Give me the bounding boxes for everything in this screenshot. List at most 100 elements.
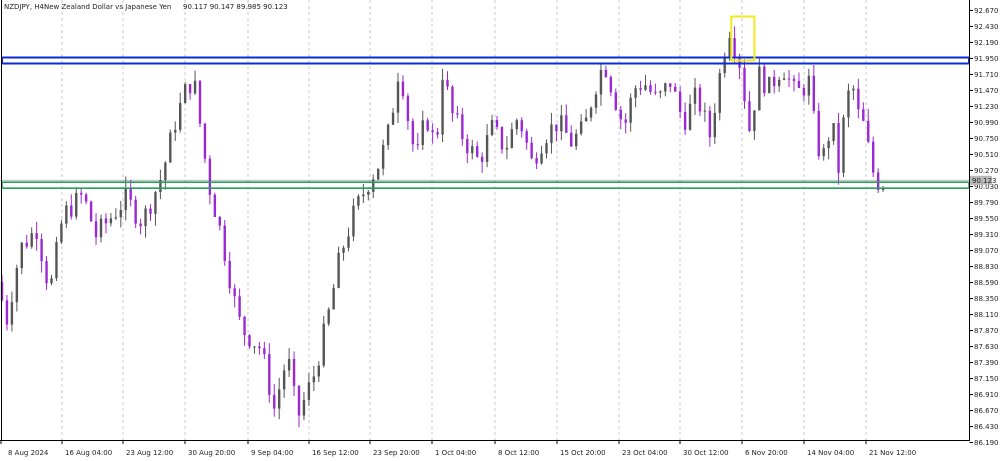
candle-body: [30, 233, 33, 247]
candle-body: [565, 115, 568, 133]
candle-body: [114, 217, 118, 219]
candle-body: [337, 252, 340, 288]
x-tick-label: 30 Oct 12:00: [683, 449, 729, 457]
candle-body: [119, 210, 122, 218]
y-tick-label: 88.830: [974, 263, 999, 271]
header-ohlc: 90.117 90.147 89.985 90.123: [183, 3, 288, 11]
y-tick-label: 87.870: [974, 327, 999, 335]
candle-body: [50, 278, 53, 284]
candle-body: [258, 346, 261, 349]
candle-body: [466, 139, 469, 154]
x-tick-label: 1 Oct 04:00: [435, 449, 476, 457]
candle-body: [520, 120, 523, 132]
candle-body: [243, 316, 246, 336]
candle-body: [386, 124, 390, 146]
candle-body: [372, 179, 375, 192]
candle-body: [545, 143, 548, 154]
candle-body: [188, 84, 192, 94]
candle-body: [75, 192, 78, 217]
x-tick-label: 23 Aug 12:00: [126, 449, 173, 457]
candle-body: [317, 365, 320, 377]
candle-body: [233, 288, 236, 297]
candle-body: [5, 300, 9, 325]
candle-body: [743, 67, 746, 102]
y-tick-label: 86.190: [974, 439, 999, 447]
candle-body: [461, 114, 464, 140]
y-tick-label: 88.590: [974, 279, 999, 287]
candle-body: [312, 376, 316, 383]
candle-body: [144, 208, 147, 227]
candle-body: [99, 218, 103, 238]
candle-body: [669, 83, 672, 87]
candle-body: [659, 91, 662, 93]
x-tick-label: 6 Nov 20:00: [745, 449, 788, 457]
candle-body: [80, 192, 83, 195]
y-tick-label: 86.430: [974, 423, 999, 431]
candle-body: [644, 85, 647, 90]
candle-body: [807, 75, 811, 96]
candle-body: [218, 216, 221, 226]
candle-body: [718, 73, 721, 113]
candle-body: [322, 323, 325, 366]
y-tick-label: 89.550: [974, 215, 999, 223]
candle-body: [352, 205, 355, 237]
candle-body: [20, 242, 23, 269]
candle-body: [307, 382, 311, 400]
candle-body: [748, 101, 751, 131]
candle-body: [797, 80, 801, 88]
candle-body: [362, 194, 365, 197]
candle-body: [183, 84, 187, 104]
candle-body: [758, 66, 761, 111]
candle-body: [134, 199, 137, 224]
candle-body: [782, 78, 786, 80]
candle-body: [510, 129, 514, 148]
candle-body: [198, 80, 202, 124]
header-symbol: NZDJPY, H4:: [4, 3, 46, 11]
candle-body: [213, 194, 217, 217]
candle-body: [193, 80, 197, 94]
candle-body: [674, 86, 677, 92]
candle-body: [84, 194, 88, 202]
candle-body: [347, 236, 350, 248]
candle-body: [278, 389, 281, 409]
candle-body: [837, 123, 840, 173]
candle-body: [753, 110, 756, 131]
candle-body: [401, 81, 405, 97]
candle-body: [773, 76, 776, 87]
y-tick-label: 91.230: [974, 103, 999, 111]
y-tick-label: 92.670: [974, 7, 999, 15]
candle-body: [867, 120, 870, 142]
candle-body: [203, 123, 207, 159]
candle-body: [391, 112, 395, 125]
candle-body: [367, 191, 370, 195]
x-tick-label: 30 Aug 20:00: [188, 449, 235, 457]
candle-body: [693, 87, 697, 104]
candle-body: [713, 112, 716, 138]
candle-body: [248, 335, 251, 347]
candle-body: [396, 81, 400, 113]
candle-body: [406, 96, 410, 122]
candle-body: [268, 354, 271, 395]
candle-body: [485, 135, 489, 162]
candle-body: [25, 242, 28, 247]
candle-body: [238, 296, 241, 317]
y-tick-label: 91.710: [974, 71, 999, 79]
candle-body: [530, 142, 533, 159]
y-axis: 92.670 92.430 92.190 91.950 91.710 91.470 91.2…: [969, 7, 999, 447]
current-price-label: 90.123: [972, 177, 997, 185]
candle-body: [15, 268, 19, 303]
candle-body: [550, 124, 553, 144]
candle-body: [624, 119, 627, 123]
candle-body: [124, 187, 127, 211]
x-tick-label: 21 Nov 12:00: [869, 449, 916, 457]
candle-body: [872, 141, 875, 173]
candle-body: [827, 141, 830, 149]
candle-body: [451, 86, 454, 114]
candle-body: [703, 110, 707, 112]
x-tick-label: 9 Sep 04:00: [251, 449, 293, 457]
candle-body: [629, 97, 632, 123]
candle-body: [649, 85, 652, 92]
candle-body: [169, 132, 172, 163]
candle-body: [228, 260, 231, 289]
candle-body: [327, 309, 330, 324]
